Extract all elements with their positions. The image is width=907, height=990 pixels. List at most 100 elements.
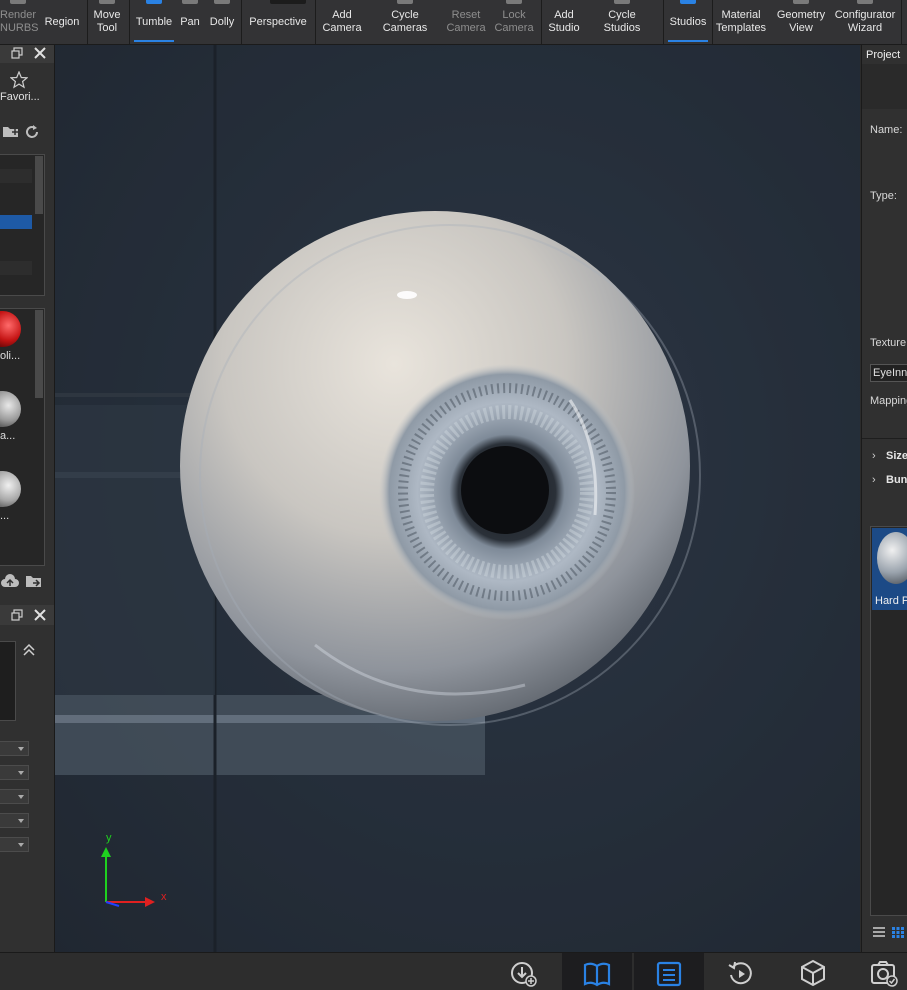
add-camera-button[interactable]: Add Camera [318, 0, 366, 42]
list-item[interactable] [0, 261, 32, 275]
material-thumbnail[interactable] [0, 471, 21, 507]
studios-icon [680, 0, 696, 4]
chevron-right-icon: › [872, 450, 876, 462]
3d-viewport[interactable]: y x [55, 45, 860, 952]
import-add-icon[interactable] [510, 959, 538, 987]
geometry-view-button[interactable]: Geometry View [774, 0, 828, 42]
dolly-icon [214, 0, 230, 4]
section-divider [862, 438, 907, 439]
tab-content-header [862, 64, 907, 109]
move-tool-button[interactable]: Move Tool [89, 0, 125, 42]
material-list-item-selected[interactable]: Hard P [872, 528, 907, 610]
preview-swatch[interactable] [0, 641, 16, 721]
render-nurbs-icon [10, 0, 26, 4]
pan-icon [182, 0, 198, 4]
axis-x-label: x [161, 891, 167, 903]
material-thumbnail-list[interactable]: oli... a... ... [0, 308, 45, 566]
bottom-bar [0, 952, 907, 990]
material-templates-button[interactable]: Material Templates [714, 0, 768, 42]
configurator-wizard-button[interactable]: Configurator Wizard [832, 0, 898, 42]
tumble-button[interactable]: Tumble [132, 0, 176, 42]
scrollbar-thumb[interactable] [35, 310, 43, 398]
axis-y-label: y [106, 832, 112, 844]
render-nurbs-button[interactable]: Render NURBS [0, 0, 39, 42]
open-folder-icon[interactable] [2, 124, 20, 141]
toolbar-divider [901, 0, 902, 44]
material-preview-thumbnail [877, 532, 907, 584]
export-folder-icon[interactable] [25, 574, 43, 591]
project-tab[interactable]: Project [866, 49, 900, 61]
perspective-button[interactable]: Perspective [244, 0, 312, 42]
cycle-cameras-button[interactable]: Cycle Cameras [378, 0, 432, 42]
toolbar-divider [87, 0, 88, 44]
property-dropdown[interactable] [0, 741, 29, 756]
thumbnail-label: a... [0, 430, 16, 442]
material-thumbnail[interactable] [0, 391, 21, 427]
reset-camera-button[interactable]: Reset Camera [444, 0, 488, 42]
float-panel-icon[interactable] [11, 609, 23, 624]
close-panel-icon[interactable] [33, 608, 47, 625]
float-panel-icon[interactable] [11, 47, 23, 62]
add-studio-button[interactable]: Add Studio [544, 0, 584, 42]
favorites-star-icon[interactable] [9, 70, 29, 92]
mapping-label: Mapping [870, 395, 907, 407]
dolly-button[interactable]: Dolly [206, 0, 238, 42]
texture-input[interactable]: EyeInn [870, 364, 907, 382]
tumble-icon [146, 0, 162, 4]
material-list[interactable]: Hard P [870, 526, 907, 916]
lock-icon [506, 0, 522, 4]
pan-button[interactable]: Pan [178, 0, 202, 42]
properties-list-icon[interactable] [655, 959, 683, 987]
3d-box-icon[interactable] [799, 959, 827, 987]
toolbar-divider [712, 0, 713, 44]
list-view-icon[interactable] [872, 926, 886, 941]
thumbnail-label: ... [0, 510, 10, 522]
material-thumbnail[interactable] [0, 311, 21, 347]
thumbnail-label: oli... [0, 350, 21, 362]
cycle-studios-button[interactable]: Cycle Studios [596, 0, 648, 42]
studios-button[interactable]: Studios [666, 0, 710, 42]
property-dropdown[interactable] [0, 765, 29, 780]
property-dropdown[interactable] [0, 813, 29, 828]
collapse-up-icon[interactable] [22, 643, 36, 660]
texture-label: Texture [870, 337, 907, 349]
favorites-tab-label[interactable]: Favori... [0, 91, 40, 103]
geometry-view-icon [793, 0, 809, 4]
close-panel-icon[interactable] [33, 46, 47, 63]
scrollbar-thumb[interactable] [35, 156, 43, 214]
region-button[interactable]: Region [40, 0, 84, 42]
history-icon[interactable] [727, 959, 755, 987]
right-panel: Project Name: Type: Texture EyeInn Mappi… [861, 45, 907, 952]
property-dropdown[interactable] [0, 837, 29, 852]
type-label: Type: [870, 190, 897, 202]
list-item[interactable] [0, 169, 32, 183]
lock-camera-button[interactable]: Lock Camera [492, 0, 536, 42]
texture-value: EyeInn [873, 367, 907, 379]
grid-view-icon[interactable] [891, 926, 905, 941]
list-item-selected[interactable] [0, 215, 32, 229]
library-book-icon[interactable] [583, 959, 611, 987]
material-label: Hard P [875, 595, 907, 607]
toolbar-divider [541, 0, 542, 44]
name-label: Name: [870, 124, 903, 136]
toolbar-divider [129, 0, 130, 44]
configurator-wizard-icon [857, 0, 873, 4]
viewport-scene [55, 45, 860, 952]
property-dropdown[interactable] [0, 789, 29, 804]
size-section-label: Size [886, 450, 907, 462]
toolbar-divider [315, 0, 316, 44]
camera-selector-icon [270, 0, 306, 4]
cycle-studios-icon [614, 0, 630, 4]
toolbar-divider [663, 0, 664, 44]
toolbar-divider [241, 0, 242, 44]
upload-cloud-icon[interactable] [1, 574, 19, 593]
library-tree-list[interactable] [0, 154, 45, 296]
move-icon [99, 0, 115, 4]
main-toolbar: Render NURBS Region Move Tool Tumble Pan… [0, 0, 907, 45]
cycle-cameras-icon [397, 0, 413, 4]
left-panel: Favori... oli... a... ... [0, 45, 55, 952]
refresh-icon[interactable] [24, 124, 40, 143]
bump-section-label: Bun [886, 474, 907, 486]
render-snapshot-icon[interactable] [870, 959, 898, 987]
chevron-right-icon: › [872, 474, 876, 486]
